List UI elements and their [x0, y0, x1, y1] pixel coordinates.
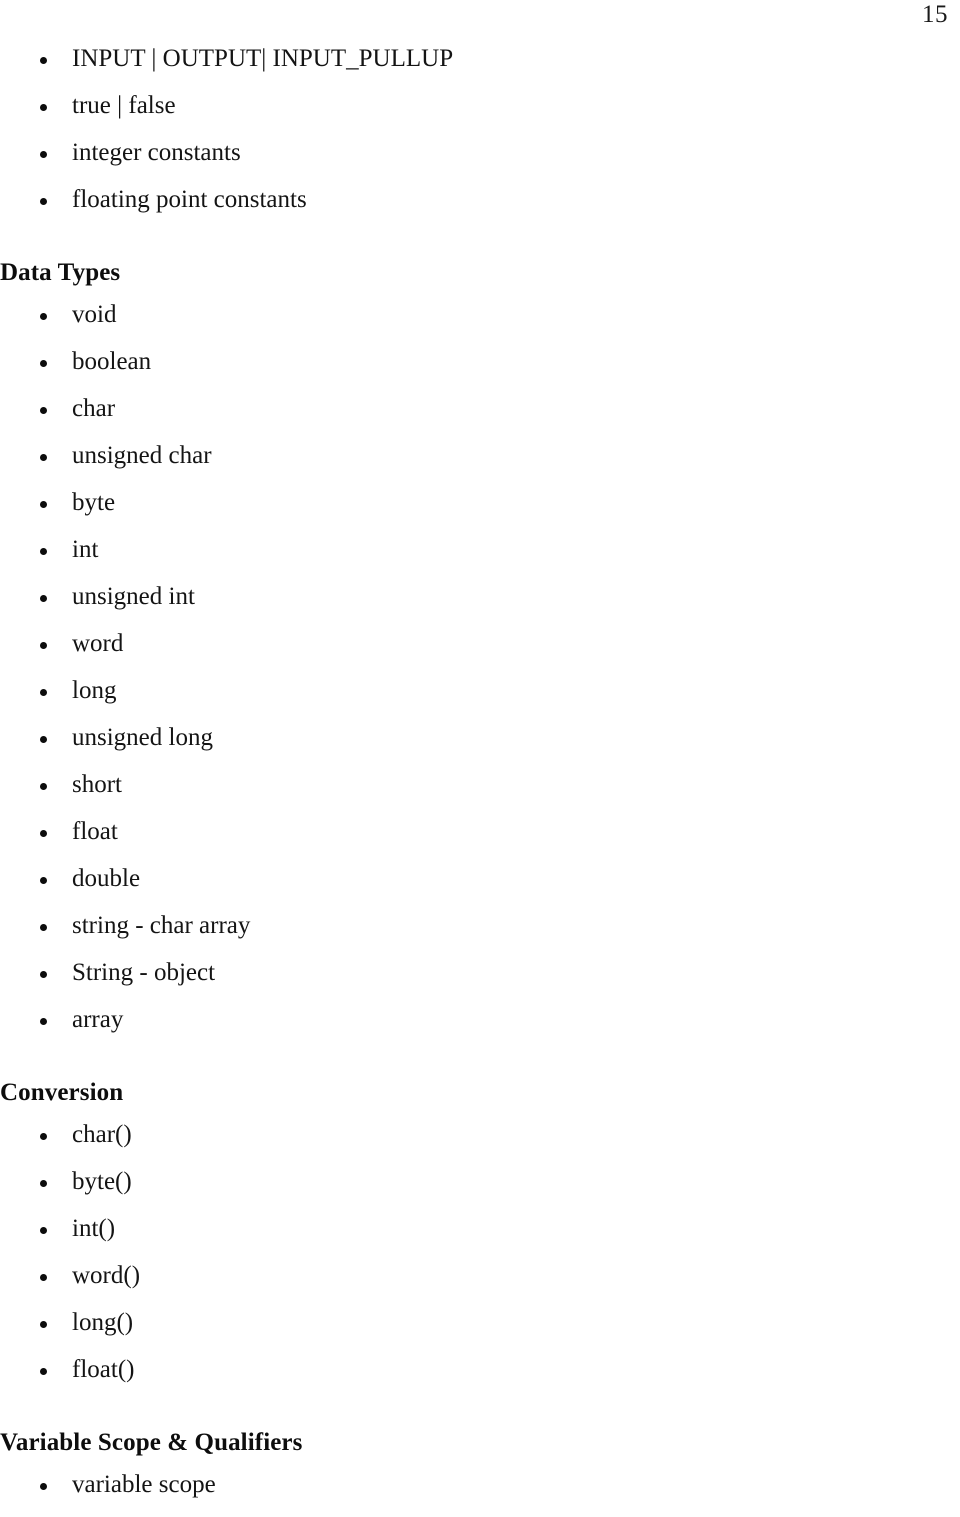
page-number: 15	[922, 1, 948, 28]
list-item: char	[0, 394, 900, 441]
list-item: string - char array	[0, 911, 900, 958]
section-heading: Conversion	[0, 1079, 124, 1106]
document-page: 15 INPUT | OUTPUT| INPUT_PULLUP true | fa…	[0, 0, 960, 1498]
list-item: word	[0, 629, 900, 676]
list-item: long()	[0, 1308, 900, 1355]
list-item: int	[0, 535, 900, 582]
list-item: float()	[0, 1355, 900, 1402]
list-item: boolean	[0, 347, 900, 394]
list-item: int()	[0, 1214, 900, 1261]
list-item: byte()	[0, 1167, 900, 1214]
list-item: char()	[0, 1120, 900, 1167]
page-content: INPUT | OUTPUT| INPUT_PULLUP true | false…	[0, 44, 900, 1517]
section-heading: Variable Scope & Qualifiers	[0, 1429, 303, 1456]
list-item: void	[0, 300, 900, 347]
list-item: true | false	[0, 91, 900, 138]
list-item: long	[0, 676, 900, 723]
list-item: double	[0, 864, 900, 911]
list-item: integer constants	[0, 138, 900, 185]
list-item: word()	[0, 1261, 900, 1308]
list-item: unsigned char	[0, 441, 900, 488]
bullet-list: variable scope	[0, 1470, 900, 1517]
list-item: byte	[0, 488, 900, 535]
list-item: INPUT | OUTPUT| INPUT_PULLUP	[0, 44, 900, 91]
bullet-list: void boolean char unsigned char byte int unsig…	[0, 300, 900, 1052]
list-item: unsigned long	[0, 723, 900, 770]
list-item: variable scope	[0, 1470, 900, 1517]
bullet-list: INPUT | OUTPUT| INPUT_PULLUP true | false…	[0, 44, 900, 232]
bullet-list: char() byte() int() word() long() float()	[0, 1120, 900, 1402]
list-item: float	[0, 817, 900, 864]
list-item: String - object	[0, 958, 900, 1005]
list-item: floating point constants	[0, 185, 900, 232]
list-item: unsigned int	[0, 582, 900, 629]
list-item: short	[0, 770, 900, 817]
section-heading: Data Types	[0, 259, 121, 286]
list-item: array	[0, 1005, 900, 1052]
